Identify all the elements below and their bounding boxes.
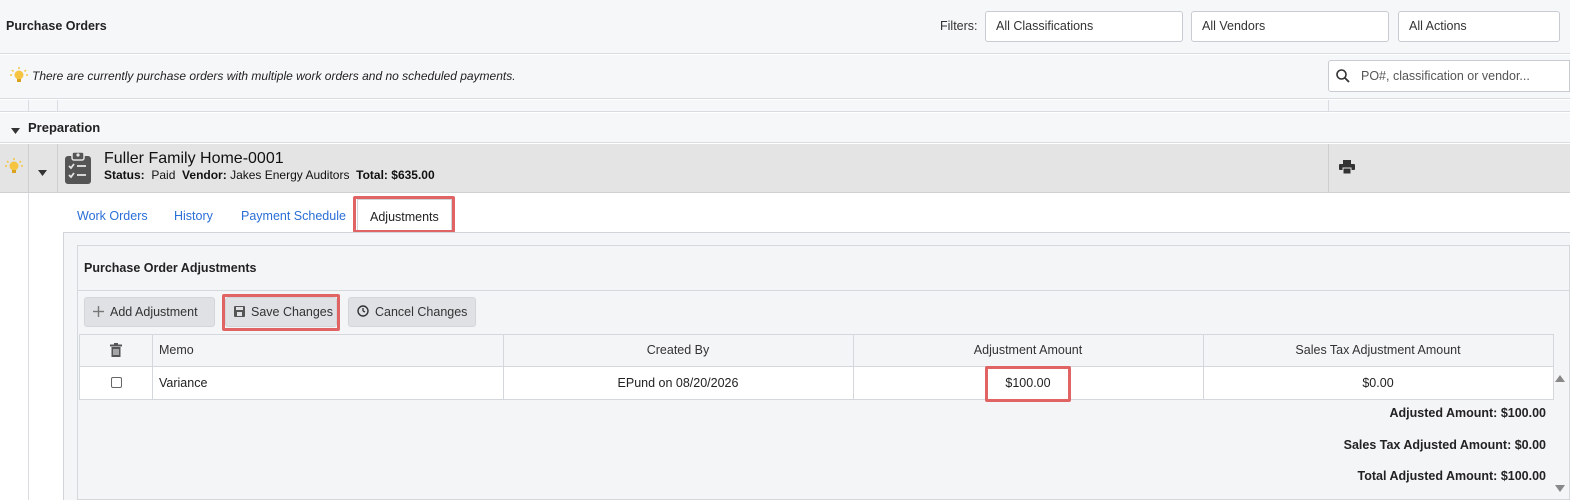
vendor-label: Vendor: — [182, 168, 227, 182]
plus-icon — [93, 305, 104, 320]
clipboard-icon — [64, 151, 92, 188]
save-changes-label: Save Changes — [251, 305, 334, 319]
total-adjusted-amount: Total Adjusted Amount: $100.00 — [1357, 469, 1546, 483]
column-header-adjustment-amount[interactable]: Adjustment Amount — [853, 343, 1203, 357]
tab-work-orders[interactable]: Work Orders — [65, 198, 160, 232]
adjustment-amount-cell[interactable]: $100.00 — [853, 376, 1203, 390]
caret-down-icon[interactable] — [11, 123, 20, 138]
action-filter-select[interactable]: All Actions — [1398, 11, 1560, 42]
top-bar: Purchase Orders Filters: All Classificat… — [0, 0, 1570, 54]
sales-tax-adjusted-total: Sales Tax Adjusted Amount: $0.00 — [1343, 438, 1546, 452]
tab-payment-schedule[interactable]: Payment Schedule — [229, 198, 358, 232]
column-divider — [152, 335, 153, 399]
sales-tax-adjustment-cell[interactable]: $0.00 — [1203, 376, 1553, 390]
filters-label: Filters: — [940, 19, 978, 33]
tab-history[interactable]: History — [162, 198, 225, 232]
column-divider — [28, 144, 29, 193]
scroll-up-arrow-icon[interactable] — [1555, 371, 1565, 386]
column-divider — [1328, 100, 1329, 112]
cancel-icon — [357, 305, 369, 320]
trash-icon[interactable] — [110, 343, 122, 360]
printer-icon[interactable] — [1339, 160, 1355, 177]
status-label: Status: — [104, 168, 145, 182]
group-label: Preparation — [28, 120, 101, 135]
column-divider — [28, 193, 29, 500]
classification-filter-select[interactable]: All Classifications — [985, 11, 1183, 42]
lightbulb-icon — [5, 158, 23, 177]
total-label: Total: — [356, 168, 388, 182]
column-divider — [1553, 335, 1554, 399]
save-changes-button[interactable]: Save Changes — [225, 297, 337, 327]
save-icon — [234, 305, 245, 320]
row-select-checkbox[interactable] — [111, 377, 122, 388]
caret-down-icon[interactable] — [38, 165, 47, 180]
total-value: $635.00 — [391, 168, 435, 182]
column-divider — [1328, 144, 1329, 193]
add-adjustment-label: Add Adjustment — [110, 305, 198, 319]
column-divider — [57, 100, 58, 112]
cancel-changes-button[interactable]: Cancel Changes — [348, 297, 476, 327]
search-input[interactable] — [1359, 65, 1564, 87]
search-box[interactable] — [1328, 60, 1570, 92]
notice-text: There are currently purchase orders with… — [32, 69, 516, 83]
adjustments-grid: Memo Created By Adjustment Amount Sales … — [79, 334, 1554, 400]
adjusted-amount-total: Adjusted Amount: $100.00 — [1389, 406, 1546, 420]
add-adjustment-button[interactable]: Add Adjustment — [84, 297, 215, 327]
column-header-memo[interactable]: Memo — [159, 343, 194, 357]
vendor-filter-select[interactable]: All Vendors — [1191, 11, 1389, 42]
search-icon — [1335, 68, 1351, 87]
group-row-preparation[interactable]: Preparation — [0, 113, 1570, 143]
column-divider — [57, 144, 58, 193]
column-header-sales-tax-adjustment-amount[interactable]: Sales Tax Adjustment Amount — [1203, 343, 1553, 357]
column-divider — [28, 100, 29, 112]
section-title: Purchase Order Adjustments — [84, 261, 257, 275]
purchase-order-row[interactable]: Fuller Family Home-0001 Status: Paid Ven… — [0, 144, 1570, 193]
tab-adjustments[interactable]: Adjustments — [357, 199, 452, 233]
cancel-changes-label: Cancel Changes — [375, 305, 468, 319]
scroll-down-arrow-icon[interactable] — [1555, 481, 1565, 496]
section-divider — [78, 290, 1570, 291]
purchase-order-meta: Status: Paid Vendor: Jakes Energy Audito… — [104, 168, 435, 182]
created-by-cell: EPund on 08/20/2026 — [617, 376, 739, 390]
status-value: Paid — [151, 168, 176, 182]
lightbulb-icon — [10, 67, 28, 86]
vendor-value: Jakes Energy Auditors — [230, 168, 350, 182]
memo-cell[interactable]: Variance — [159, 376, 207, 390]
column-header-created-by[interactable]: Created By — [503, 343, 853, 357]
notice-bar: There are currently purchase orders with… — [0, 55, 1570, 99]
purchase-order-name: Fuller Family Home-0001 — [104, 150, 284, 167]
page-title: Purchase Orders — [6, 19, 107, 33]
grid-header-spacer — [0, 100, 1570, 112]
